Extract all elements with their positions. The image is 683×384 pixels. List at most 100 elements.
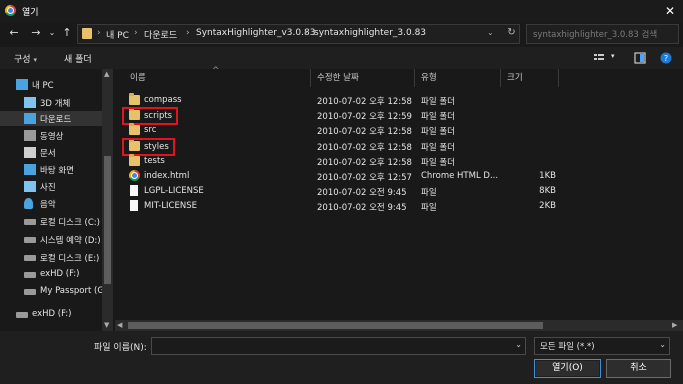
search-input[interactable]: syntaxhighlighter_3.0.83 검색 [526, 24, 679, 44]
pc-icon [16, 79, 28, 90]
sidebar-item[interactable]: 내 PC [0, 77, 112, 92]
scrollbar-thumb[interactable] [128, 322, 543, 329]
address-bar[interactable]: › 내 PC › 다운로드 › SyntaxHighlighter_v3.0.8… [77, 24, 520, 44]
sidebar-item[interactable]: 로컬 디스크 (E:) [0, 250, 112, 265]
file-size: 1KB [539, 171, 556, 181]
caret-down-icon: ▾ [33, 56, 37, 64]
scroll-right-icon[interactable]: ▶ [672, 321, 677, 329]
breadcrumb-separator[interactable]: › [97, 28, 101, 38]
open-button[interactable]: 열기(O) [534, 359, 601, 378]
cancel-button[interactable]: 취소 [606, 359, 671, 378]
sidebar-item[interactable]: 바탕 화면 [0, 162, 112, 177]
sidebar-item-label: 문서 [40, 149, 56, 159]
sidebar-item[interactable]: 문서 [0, 145, 112, 160]
file-type: 파일 폴더 [421, 127, 455, 138]
sidebar-item[interactable]: 다운로드 [0, 111, 112, 126]
file-name[interactable]: LGPL-LICENSE [144, 186, 204, 196]
column-divider[interactable] [414, 69, 415, 87]
filename-label: 파일 이름(N): [94, 343, 147, 353]
drive-icon [24, 255, 36, 261]
sidebar-item[interactable]: 사진 [0, 179, 112, 194]
close-icon[interactable]: ✕ [660, 2, 680, 20]
file-row[interactable]: index.html 2010-07-02 오후 12:57 Chrome HTML… [120, 169, 680, 184]
sidebar-item-label: 사진 [40, 183, 56, 193]
sidebar-item[interactable]: 로컬 디스크 (C:) [0, 214, 112, 229]
document-icon [24, 147, 36, 158]
filename-dropdown-icon[interactable]: ⌄ [515, 340, 522, 349]
folder-icon [129, 123, 140, 136]
file-icon [130, 185, 138, 197]
column-divider[interactable] [558, 69, 559, 87]
breadcrumb-syntaxhighlighter-v3[interactable]: SyntaxHighlighter_v3.0.83 [196, 28, 315, 38]
breadcrumb-syntaxhighlighter-3[interactable]: syntaxhighlighter_3.0.83 [314, 28, 426, 38]
view-options-icon[interactable] [592, 51, 606, 65]
scroll-down-icon[interactable]: ▼ [104, 321, 109, 329]
breadcrumb-downloads[interactable]: 다운로드 [144, 28, 177, 41]
sidebar-item-label: 바탕 화면 [40, 166, 74, 176]
sidebar-item[interactable]: exHD (F:) [0, 307, 112, 322]
file-name[interactable]: src [144, 125, 156, 135]
file-row[interactable]: src 2010-07-02 오후 12:58 파일 폴더 [120, 123, 680, 138]
sidebar-item[interactable]: 동영상 [0, 128, 112, 143]
organize-button[interactable]: 구성 ▾ [14, 52, 37, 65]
scroll-left-icon[interactable]: ◀ [117, 321, 122, 329]
sidebar-item[interactable]: 3D 개체 [0, 95, 112, 110]
filename-input[interactable]: ⌄ [151, 337, 526, 355]
file-name[interactable]: compass [144, 95, 182, 105]
up-icon[interactable]: ↑ [60, 24, 74, 42]
breadcrumb-my-pc[interactable]: 내 PC [106, 28, 129, 41]
sidebar-item-label: 동영상 [40, 132, 64, 142]
column-header-modified[interactable]: 수정한 날짜 [317, 69, 359, 87]
drive-icon [24, 272, 36, 278]
column-header-type[interactable]: 유형 [421, 69, 437, 87]
breadcrumb-separator[interactable]: › [304, 28, 308, 38]
breadcrumb-separator[interactable]: › [417, 28, 421, 38]
preview-pane-icon[interactable] [633, 51, 647, 65]
file-row[interactable]: MIT-LICENSE 2010-07-02 오전 9:45 파일 2KB [120, 199, 680, 214]
folder-icon [129, 153, 140, 166]
file-name[interactable]: index.html [144, 171, 189, 181]
forward-icon[interactable]: → [29, 24, 43, 42]
column-divider[interactable] [500, 69, 501, 87]
view-dropdown-icon[interactable]: ▾ [611, 52, 615, 60]
sidebar-item[interactable]: 시스템 예약 (D:) [0, 232, 112, 247]
recent-dropdown-icon[interactable]: ⌄ [45, 24, 59, 42]
scroll-up-icon[interactable]: ▲ [104, 70, 109, 78]
file-row[interactable]: LGPL-LICENSE 2010-07-02 오전 9:45 파일 8KB [120, 184, 680, 199]
file-modified: 2010-07-02 오후 12:57 [317, 173, 412, 183]
drive-icon [24, 289, 36, 295]
file-type-select[interactable]: 모든 파일 (*.*) ⌄ [534, 337, 670, 355]
sidebar-item-label: 내 PC [32, 81, 54, 91]
chrome-html-icon [129, 170, 140, 181]
help-icon[interactable]: ? [659, 51, 673, 65]
file-row[interactable]: compass 2010-07-02 오후 12:58 파일 폴더 [120, 93, 680, 108]
desktop-icon [24, 164, 36, 175]
file-modified: 2010-07-02 오후 12:58 [317, 142, 412, 153]
command-toolbar [0, 47, 683, 69]
file-modified: 2010-07-02 오후 12:58 [317, 157, 412, 168]
file-name[interactable]: MIT-LICENSE [144, 201, 197, 211]
back-icon[interactable]: ← [7, 24, 21, 42]
address-dropdown-icon[interactable]: ⌄ [487, 28, 494, 37]
folder-icon [129, 93, 140, 105]
column-header-size[interactable]: 크기 [507, 69, 523, 87]
column-divider[interactable] [310, 69, 311, 87]
file-row[interactable]: tests 2010-07-02 오후 12:58 파일 폴더 [120, 153, 680, 169]
breadcrumb-separator[interactable]: › [186, 28, 190, 38]
refresh-icon[interactable]: ↻ [505, 25, 518, 41]
file-type-dropdown-icon[interactable]: ⌄ [659, 340, 666, 349]
file-row[interactable]: styles 2010-07-02 오후 12:58 파일 폴더 [120, 137, 680, 156]
sidebar-item[interactable]: exHD (F:) [0, 267, 112, 282]
cube-icon [24, 97, 36, 108]
music-icon [24, 198, 33, 209]
new-folder-button[interactable]: 새 폴더 [64, 52, 92, 65]
sidebar-item[interactable]: My Passport (G:) [0, 284, 112, 299]
scrollbar-thumb[interactable] [104, 156, 111, 284]
file-name[interactable]: tests [144, 156, 165, 166]
file-type: 파일 폴더 [421, 142, 455, 153]
column-header-name[interactable]: 이름 [130, 69, 146, 87]
sidebar-item-label: 3D 개체 [40, 99, 71, 109]
file-row[interactable]: scripts 2010-07-02 오후 12:59 파일 폴더 [120, 107, 680, 126]
breadcrumb-separator[interactable]: › [134, 28, 138, 38]
sidebar-item[interactable]: 음악 [0, 196, 112, 211]
